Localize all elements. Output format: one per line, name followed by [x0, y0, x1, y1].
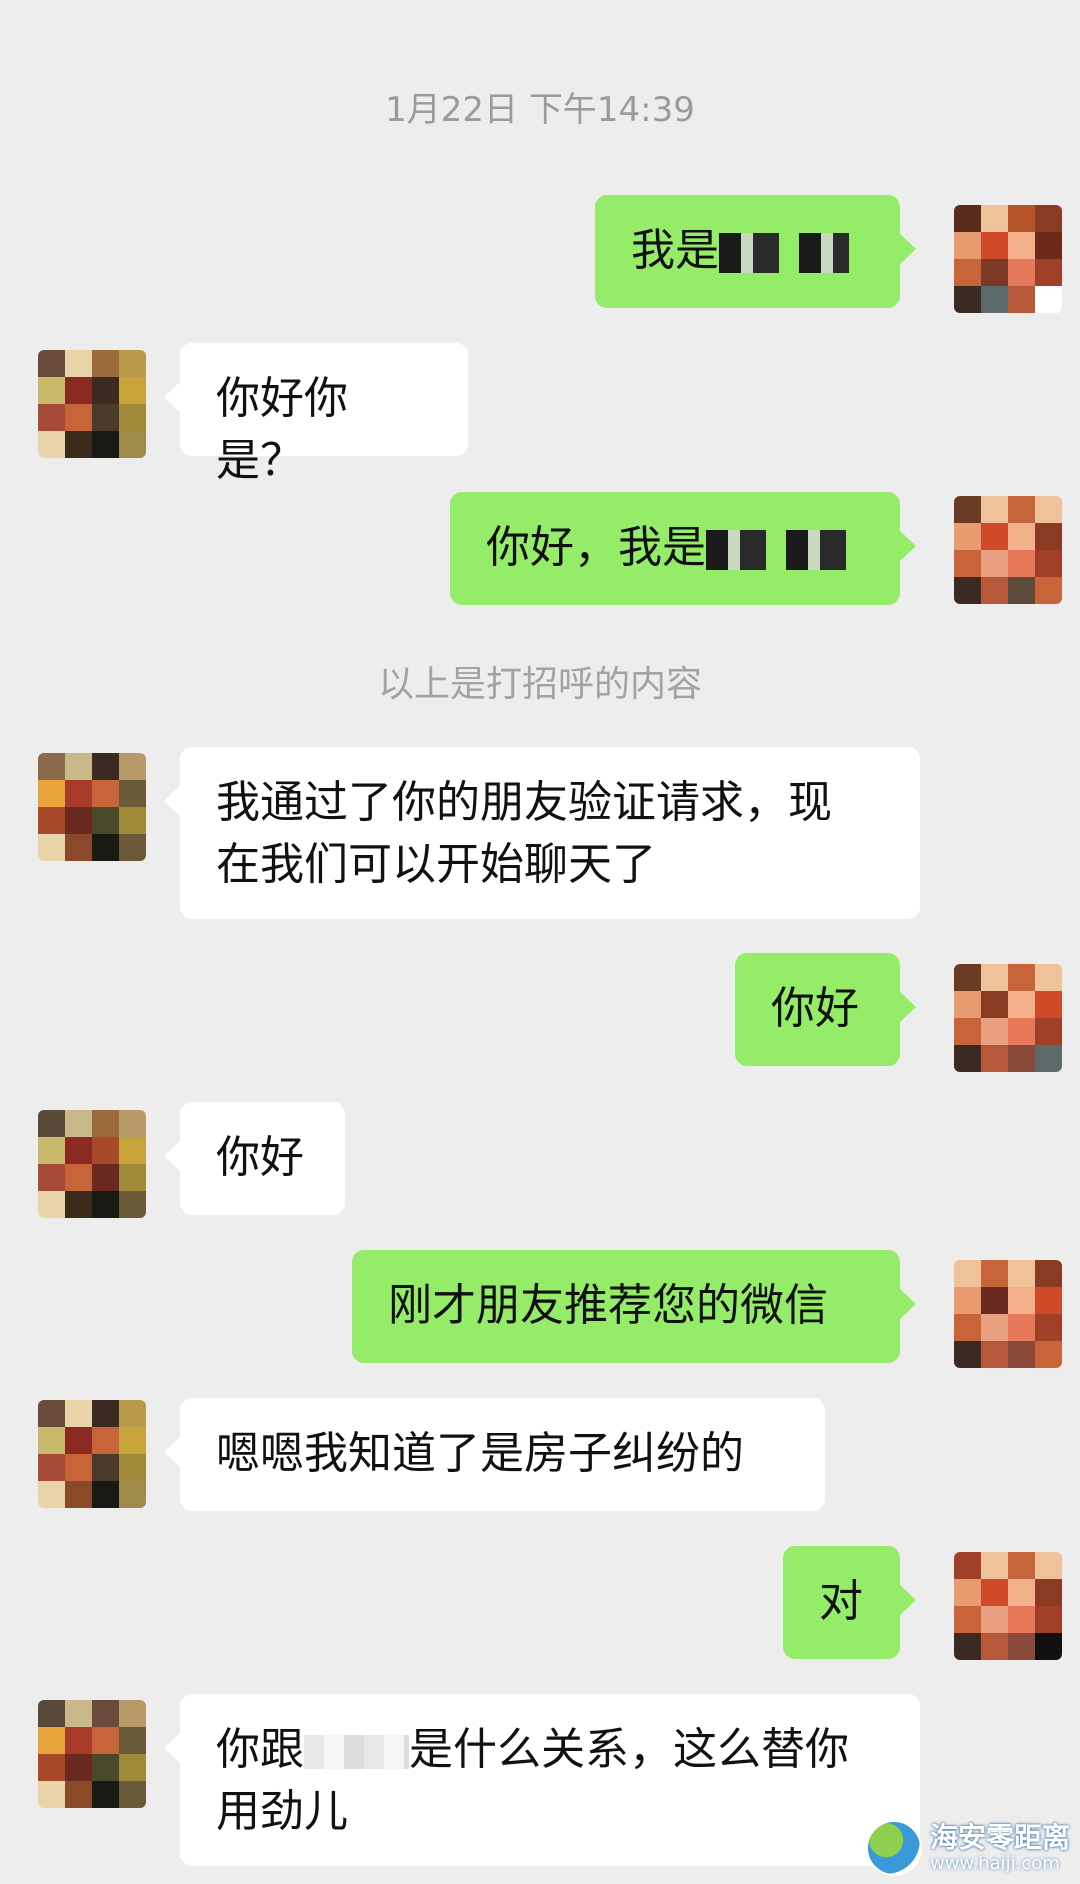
- chat-timestamp: 1月22日 下午14:39: [385, 90, 695, 130]
- my-avatar[interactable]: [954, 496, 1062, 604]
- message-text: 我是: [631, 225, 719, 276]
- message-text-line: 用劲儿: [216, 1786, 348, 1837]
- message-text: 你好，我是: [486, 522, 706, 573]
- my-avatar[interactable]: [954, 1552, 1062, 1660]
- message-text-line: 你跟 是什么关系，这么替你: [216, 1719, 884, 1781]
- message-text-line: 在我们可以开始聊天了: [216, 839, 656, 890]
- message-text: 你好: [771, 983, 859, 1034]
- watermark-url: www.haiji.com: [929, 1852, 1060, 1874]
- message-bubble-received[interactable]: 嗯嗯我知道了是房子纠纷的: [164, 1398, 825, 1511]
- message-text-part: 是什么关系，这么替你: [409, 1724, 849, 1775]
- watermark-text: 海安零距离 www.haiji.com: [929, 1820, 1070, 1874]
- contact-avatar[interactable]: [38, 753, 146, 861]
- message-bubble-sent[interactable]: 我是: [595, 195, 916, 308]
- message-bubble-received[interactable]: 你好你是？: [164, 343, 468, 486]
- message-text: 你好你是？: [216, 373, 348, 486]
- contact-avatar[interactable]: [38, 350, 146, 458]
- message-text: 你好: [216, 1132, 304, 1183]
- message-bubble-received[interactable]: 我通过了你的朋友验证请求，现 在我们可以开始聊天了: [164, 747, 920, 919]
- redacted-name: [304, 1735, 409, 1769]
- contact-avatar[interactable]: [38, 1110, 146, 1218]
- message-text: 嗯嗯我知道了是房子纠纷的: [216, 1428, 744, 1479]
- message-bubble-received[interactable]: 你好: [164, 1102, 345, 1215]
- my-avatar[interactable]: [954, 1260, 1062, 1368]
- my-avatar[interactable]: [954, 964, 1062, 1072]
- redacted-name: [719, 233, 849, 273]
- message-text-part: 你跟: [216, 1724, 304, 1775]
- message-text-line: 我通过了你的朋友验证请求，现: [216, 777, 832, 828]
- site-watermark: 海安零距离 www.haiji.com: [865, 1820, 1070, 1876]
- message-bubble-sent[interactable]: 对: [783, 1546, 916, 1659]
- watermark-logo-icon: [865, 1820, 922, 1876]
- message-bubble-sent[interactable]: 你好，我是: [450, 492, 916, 605]
- system-notice: 以上是打招呼的内容: [377, 664, 702, 705]
- message-bubble-received[interactable]: 你跟 是什么关系，这么替你 用劲儿: [164, 1694, 920, 1866]
- message-bubble-sent[interactable]: 刚才朋友推荐您的微信: [352, 1250, 916, 1363]
- message-text: 对: [819, 1576, 863, 1627]
- message-bubble-sent[interactable]: 你好: [735, 953, 916, 1066]
- redacted-name: [706, 530, 856, 570]
- message-text: 刚才朋友推荐您的微信: [388, 1280, 828, 1331]
- my-avatar[interactable]: [954, 205, 1062, 313]
- contact-avatar[interactable]: [38, 1700, 146, 1808]
- watermark-name: 海安零距离: [929, 1820, 1070, 1854]
- contact-avatar[interactable]: [38, 1400, 146, 1508]
